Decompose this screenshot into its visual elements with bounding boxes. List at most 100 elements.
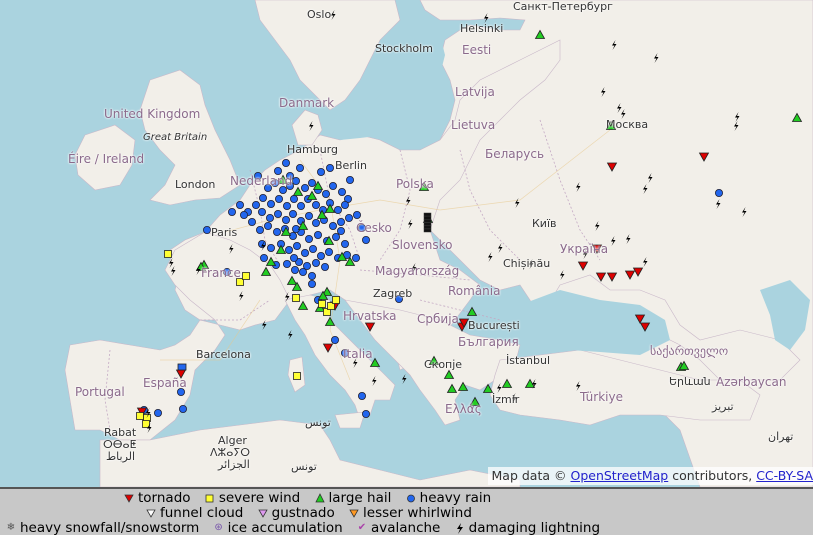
lightning-marker[interactable]	[643, 184, 648, 194]
heavy-rain-marker[interactable]	[284, 245, 293, 254]
lightning-marker[interactable]	[372, 376, 377, 386]
heavy-rain-marker[interactable]	[311, 200, 320, 209]
lightning-marker[interactable]	[406, 196, 411, 206]
large-hail-marker[interactable]	[446, 383, 458, 393]
heavy-rain-marker[interactable]	[336, 217, 345, 226]
osm-link[interactable]: OpenStreetMap	[570, 468, 668, 483]
heavy-rain-marker[interactable]	[300, 248, 309, 257]
heavy-rain-marker[interactable]	[259, 253, 268, 262]
lightning-marker[interactable]	[262, 320, 267, 330]
tornado-marker[interactable]	[577, 261, 589, 271]
heavy-rain-marker[interactable]	[308, 244, 317, 253]
heavy-rain-marker[interactable]	[239, 210, 248, 219]
snowfall-marker[interactable]	[423, 215, 432, 220]
lightning-marker[interactable]	[734, 121, 739, 131]
heavy-rain-marker[interactable]	[255, 225, 264, 234]
heavy-rain-marker[interactable]	[282, 259, 291, 268]
tornado-marker[interactable]	[322, 343, 334, 353]
heavy-rain-marker[interactable]	[298, 267, 307, 276]
heavy-rain-marker[interactable]	[361, 235, 370, 244]
large-hail-marker[interactable]	[324, 203, 336, 213]
snowfall-marker[interactable]	[423, 222, 432, 226]
lightning-marker[interactable]	[617, 103, 622, 113]
heavy-rain-marker[interactable]	[274, 194, 283, 203]
heavy-rain-marker[interactable]	[300, 183, 309, 192]
lightning-marker[interactable]	[285, 292, 290, 302]
heavy-rain-marker[interactable]	[263, 221, 272, 230]
heavy-rain-marker[interactable]	[153, 408, 162, 417]
large-hail-marker[interactable]	[443, 369, 455, 379]
heavy-rain-marker[interactable]	[295, 163, 304, 172]
heavy-rain-marker[interactable]	[311, 218, 320, 227]
lightning-marker[interactable]	[229, 244, 234, 254]
heavy-rain-marker[interactable]	[291, 176, 300, 185]
heavy-rain-marker[interactable]	[304, 234, 313, 243]
heavy-rain-marker[interactable]	[361, 409, 370, 418]
severe-wind-marker[interactable]	[318, 300, 326, 308]
tornado-marker[interactable]	[364, 322, 376, 332]
lightning-marker[interactable]	[601, 87, 606, 97]
heavy-rain-marker[interactable]	[281, 158, 290, 167]
lightning-marker[interactable]	[171, 266, 176, 276]
heavy-rain-marker[interactable]	[257, 239, 266, 248]
heavy-rain-marker[interactable]	[227, 207, 236, 216]
large-hail-marker[interactable]	[466, 306, 478, 316]
heavy-rain-marker[interactable]	[311, 258, 320, 267]
snowfall-marker[interactable]	[423, 212, 432, 217]
heavy-rain-marker[interactable]	[336, 226, 345, 235]
heavy-rain-marker[interactable]	[202, 225, 211, 234]
heavy-rain-marker[interactable]	[282, 201, 291, 210]
large-hail-marker[interactable]	[297, 300, 309, 310]
heavy-rain-marker[interactable]	[177, 363, 187, 371]
lightning-marker[interactable]	[742, 207, 747, 217]
heavy-rain-marker[interactable]	[307, 279, 316, 288]
heavy-rain-marker[interactable]	[352, 210, 361, 219]
heavy-rain-marker[interactable]	[330, 335, 339, 344]
heavy-rain-marker[interactable]	[331, 232, 340, 241]
lightning-marker[interactable]	[626, 234, 631, 244]
heavy-rain-marker[interactable]	[340, 200, 349, 209]
lightning-marker[interactable]	[309, 121, 314, 131]
heavy-rain-marker[interactable]	[289, 253, 298, 262]
severe-wind-marker[interactable]	[242, 272, 250, 280]
lightning-marker[interactable]	[612, 40, 617, 50]
large-hail-marker[interactable]	[457, 381, 469, 391]
lightning-marker[interactable]	[498, 243, 503, 253]
lightning-marker[interactable]	[288, 330, 293, 340]
lightning-marker[interactable]	[643, 257, 648, 267]
lightning-marker[interactable]	[402, 374, 407, 384]
tornado-marker[interactable]	[606, 162, 618, 172]
lightning-marker[interactable]	[735, 112, 740, 122]
heavy-rain-marker[interactable]	[351, 253, 360, 262]
severe-wind-marker[interactable]	[332, 296, 340, 304]
heavy-rain-marker[interactable]	[265, 213, 274, 222]
lightning-marker[interactable]	[331, 10, 336, 20]
lightning-marker[interactable]	[515, 198, 520, 208]
heavy-rain-marker[interactable]	[257, 207, 266, 216]
lightning-marker[interactable]	[648, 173, 653, 183]
lightning-marker[interactable]	[169, 258, 174, 268]
heavy-rain-marker[interactable]	[344, 213, 353, 222]
large-hail-marker[interactable]	[324, 316, 336, 326]
tornado-marker[interactable]	[632, 267, 644, 277]
severe-wind-marker[interactable]	[293, 372, 301, 380]
heavy-rain-marker[interactable]	[715, 188, 724, 197]
large-hail-marker[interactable]	[260, 266, 272, 276]
heavy-rain-marker[interactable]	[313, 230, 322, 239]
lightning-marker[interactable]	[497, 383, 502, 393]
heavy-rain-marker[interactable]	[235, 200, 244, 209]
snowfall-marker[interactable]	[423, 219, 432, 223]
large-hail-marker[interactable]	[482, 383, 494, 393]
heavy-rain-marker[interactable]	[247, 217, 256, 226]
heavy-rain-marker[interactable]	[292, 241, 301, 250]
large-hail-marker[interactable]	[275, 244, 287, 254]
severe-wind-marker[interactable]	[136, 412, 144, 420]
license-link[interactable]: CC-BY-SA	[756, 468, 813, 483]
lightning-marker[interactable]	[654, 53, 659, 63]
snowfall-marker[interactable]	[423, 228, 432, 233]
heavy-rain-marker[interactable]	[321, 189, 330, 198]
heavy-rain-marker[interactable]	[345, 175, 354, 184]
lightning-marker[interactable]	[560, 270, 565, 280]
heavy-rain-marker[interactable]	[316, 251, 325, 260]
large-hail-marker[interactable]	[286, 275, 298, 285]
